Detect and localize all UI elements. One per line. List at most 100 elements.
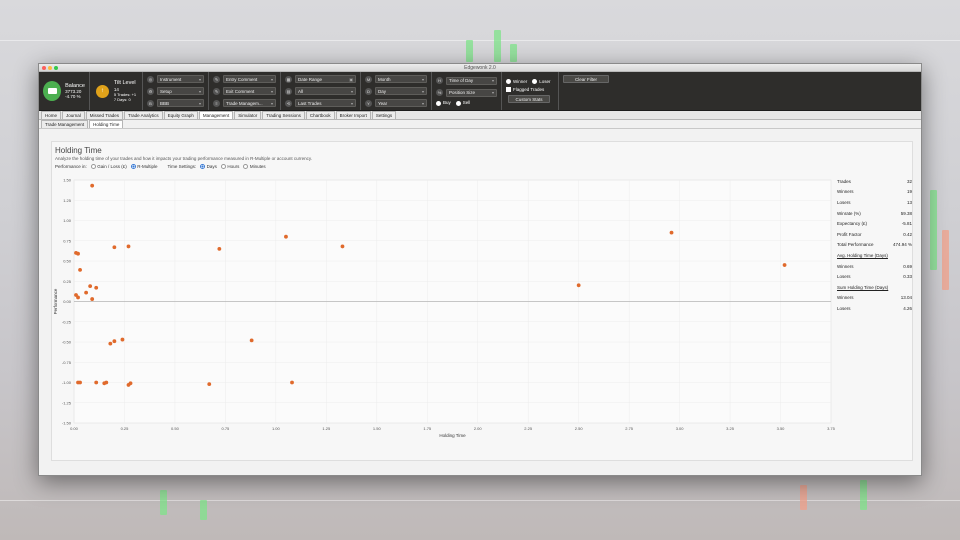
data-point bbox=[94, 285, 99, 290]
subtab-holding-time[interactable]: Holding Time bbox=[89, 120, 124, 128]
setup-select[interactable]: Setup ▾ bbox=[157, 87, 204, 95]
tab-simulator[interactable]: Simulator bbox=[234, 111, 262, 119]
stat-value: 0.33 bbox=[903, 274, 912, 280]
chart-options: Performance in: Gain / Loss (£) R-Multip… bbox=[55, 164, 266, 169]
stat-value: 0.42 bbox=[903, 231, 912, 237]
all-select[interactable]: All ▾ bbox=[295, 87, 356, 95]
page-description: Analyze the holding time of your trades … bbox=[55, 156, 313, 161]
instrument-icon: ◎ bbox=[147, 75, 154, 83]
minimize-window-button[interactable] bbox=[48, 66, 52, 70]
loser-radio[interactable]: Loser bbox=[532, 78, 551, 84]
tab-trade-analytics[interactable]: Trade Analytics bbox=[124, 111, 163, 119]
data-point bbox=[112, 245, 117, 250]
radio-icon bbox=[243, 164, 249, 169]
position-size-select[interactable]: Position Size ▾ bbox=[446, 88, 497, 97]
tab-management[interactable]: Management bbox=[198, 111, 234, 119]
last-trades-icon: ⟲ bbox=[285, 99, 292, 107]
gain-loss-radio[interactable]: Gain / Loss (£) bbox=[90, 164, 127, 169]
clear-filter-group: Clear Filter bbox=[559, 72, 614, 110]
days-radio[interactable]: Days bbox=[200, 164, 217, 169]
tab-home[interactable]: Home bbox=[41, 111, 62, 119]
stat-value: -5.81 bbox=[901, 221, 912, 227]
chevron-down-icon: ▾ bbox=[198, 76, 201, 82]
stat-value: 474.94 % bbox=[892, 242, 912, 248]
loser-label: Loser bbox=[539, 78, 551, 84]
trade-management-select[interactable]: Trade Managem... ▾ bbox=[223, 99, 276, 107]
tab-broker-import[interactable]: Broker Import bbox=[335, 111, 371, 119]
minutes-radio[interactable]: Minutes bbox=[243, 164, 266, 169]
radio-icon bbox=[532, 79, 538, 84]
stat-label: Winners bbox=[837, 189, 854, 195]
radio-selected-icon bbox=[130, 164, 136, 169]
winner-label: Winner bbox=[513, 78, 528, 84]
tab-chartbook[interactable]: Chartbook bbox=[305, 111, 335, 119]
sum-winners: Winners 13.04 bbox=[837, 293, 912, 304]
data-point bbox=[126, 244, 131, 249]
chevron-down-icon: ▾ bbox=[491, 90, 494, 96]
radio-icon bbox=[220, 164, 226, 169]
y-tick-label: 0.75 bbox=[63, 238, 72, 243]
y-tick-label: -0.50 bbox=[62, 340, 72, 345]
exit-comment-label: Exit Comment bbox=[226, 88, 255, 94]
entry-comment-select[interactable]: Entry Comment ▾ bbox=[223, 75, 276, 83]
y-tick-label: 1.25 bbox=[63, 198, 72, 203]
filter-toolbar: Balance 3773.20 -4.70 % ↑ Tilt Level 14 … bbox=[39, 72, 921, 111]
tab-equity-graph[interactable]: Equity Graph bbox=[163, 111, 198, 119]
custom-stats-button[interactable]: Custom Stats bbox=[508, 95, 550, 104]
data-point bbox=[76, 295, 80, 300]
chevron-down-icon: ▾ bbox=[198, 88, 201, 94]
data-point bbox=[669, 230, 674, 235]
buy-radio[interactable]: Buy bbox=[436, 100, 451, 106]
calendar-icon: ▦ bbox=[285, 75, 292, 83]
filter-group-3: ▦ Date Range ▣ ▤ All ▾ ⟲ Last Trades ▾ bbox=[281, 72, 361, 110]
minutes-label: Minutes bbox=[249, 164, 266, 169]
x-tick-label: 2.50 bbox=[575, 426, 584, 431]
data-point bbox=[782, 263, 787, 267]
radio-selected-icon bbox=[200, 164, 206, 169]
instrument-select[interactable]: Instrument ▾ bbox=[157, 75, 204, 83]
x-tick-label: 2.00 bbox=[474, 426, 483, 431]
x-tick-label: 0.25 bbox=[121, 426, 130, 431]
tag-select[interactable]: BBB ▾ bbox=[157, 99, 204, 107]
data-point bbox=[217, 246, 222, 251]
tag-select-label: BBB bbox=[160, 100, 170, 106]
stat-losers: Losers 13 bbox=[837, 197, 912, 208]
tab-missed-trades[interactable]: Missed Trades bbox=[85, 111, 124, 119]
close-window-button[interactable] bbox=[42, 66, 46, 70]
zoom-window-button[interactable] bbox=[54, 66, 58, 70]
sell-radio[interactable]: Sell bbox=[455, 100, 471, 106]
filter-group-5: H Time of Day ▾ % Position Size ▾ Buy Sell bbox=[432, 72, 502, 110]
winner-radio[interactable]: Winner bbox=[506, 79, 527, 84]
tab-trading-sessions[interactable]: Trading Sessions bbox=[262, 111, 305, 119]
tab-settings[interactable]: Settings bbox=[371, 111, 397, 119]
year-select[interactable]: Year ▾ bbox=[375, 99, 427, 107]
time-of-day-select[interactable]: Time of Day ▾ bbox=[446, 76, 497, 85]
subtab-trade-management[interactable]: Trade Management bbox=[41, 120, 89, 128]
sell-label: Sell bbox=[462, 100, 471, 106]
chevron-down-icon: ▾ bbox=[270, 76, 273, 82]
y-tick-label: -1.25 bbox=[62, 400, 72, 405]
r-multiple-radio[interactable]: R-Multiple bbox=[130, 164, 158, 169]
entry-comment-icon: ✎ bbox=[213, 75, 220, 83]
filter-group-4: M Month ▾ D Day ▾ Y Year ▾ bbox=[361, 72, 432, 110]
clear-filter-button[interactable]: Clear Filter bbox=[563, 75, 609, 83]
data-point bbox=[88, 284, 93, 289]
data-point bbox=[249, 338, 254, 343]
data-point bbox=[284, 234, 288, 239]
balance-change: -4.70 % bbox=[65, 94, 81, 100]
last-trades-select[interactable]: Last Trades ▾ bbox=[295, 99, 356, 107]
exit-comment-select[interactable]: Exit Comment ▾ bbox=[223, 87, 276, 95]
date-range-select[interactable]: Date Range ▣ bbox=[295, 75, 356, 83]
window-title: Edgewonk 2.0 bbox=[464, 64, 496, 71]
data-point bbox=[84, 290, 89, 295]
y-tick-label: 1.00 bbox=[63, 218, 72, 223]
month-select[interactable]: Month ▾ bbox=[375, 75, 427, 83]
x-tick-label: 2.75 bbox=[625, 426, 634, 431]
tab-journal[interactable]: Journal bbox=[62, 111, 85, 119]
tilt-label: Tilt Level bbox=[113, 80, 136, 87]
hours-radio[interactable]: Hours bbox=[220, 164, 239, 169]
sum-holding-time-heading: Sum Holding Time (Days) bbox=[837, 284, 889, 290]
stat-winrate: Winrate (%) 59.38 bbox=[837, 208, 912, 219]
flagged-trades-checkbox[interactable]: Flagged Trades bbox=[506, 87, 554, 93]
day-select[interactable]: Day ▾ bbox=[375, 87, 427, 95]
